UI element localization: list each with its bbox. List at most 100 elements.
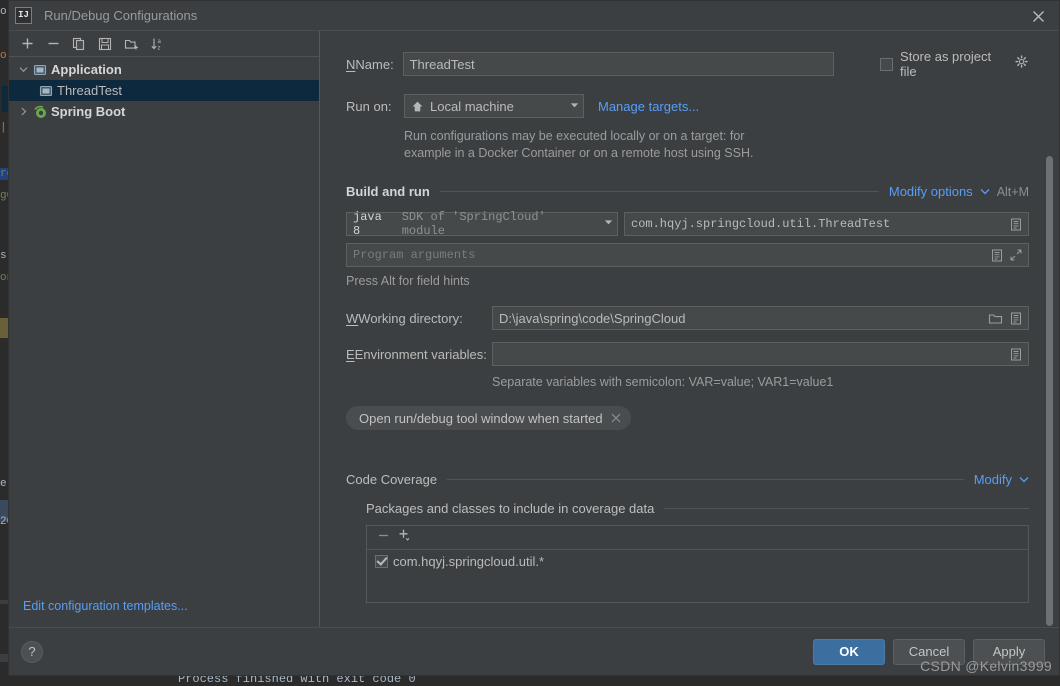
gear-icon[interactable] xyxy=(1015,55,1029,74)
configurations-toolbar: a z xyxy=(9,31,319,57)
main-class-input[interactable]: com.hqyj.springcloud.util.ThreadTest xyxy=(624,212,1029,236)
configuration-editor-panel: NName: ThreadTest Store as project file xyxy=(320,31,1059,627)
coverage-list-item[interactable]: com.hqyj.springcloud.util.* xyxy=(367,550,1028,572)
svg-text:a: a xyxy=(157,39,161,45)
dialog-titlebar: IJ Run/Debug Configurations xyxy=(9,1,1059,30)
build-and-run-section: Build and run Modify options Alt+M xyxy=(346,184,1029,430)
chevron-down-icon[interactable] xyxy=(560,101,579,111)
program-arguments-placeholder: Program arguments xyxy=(353,248,475,262)
dialog-title: Run/Debug Configurations xyxy=(44,8,197,23)
coverage-list-toolbar xyxy=(367,526,1028,550)
program-arguments-input[interactable]: Program arguments xyxy=(346,243,1029,267)
main-class-value: com.hqyj.springcloud.util.ThreadTest xyxy=(631,217,890,231)
expand-editor-icon[interactable] xyxy=(1010,348,1022,361)
copy-configuration-button[interactable] xyxy=(67,33,91,55)
tree-group-spring-boot-label: Spring Boot xyxy=(51,104,125,119)
add-package-button[interactable] xyxy=(398,528,412,547)
intellij-logo-text: IJ xyxy=(18,11,29,20)
intellij-logo-icon: IJ xyxy=(15,7,32,24)
remove-configuration-button[interactable] xyxy=(41,33,65,55)
chevron-down-icon[interactable] xyxy=(980,187,990,197)
working-directory-value: D:\java\spring\code\SpringCloud xyxy=(499,311,685,326)
run-on-hint-line2: example in a Docker Container or on a re… xyxy=(404,145,964,162)
tree-group-application[interactable]: Application xyxy=(9,59,319,80)
open-run-debug-tool-window-chip[interactable]: Open run/debug tool window when started xyxy=(346,406,631,430)
program-arguments-row: Program arguments xyxy=(346,243,1029,267)
application-icon xyxy=(37,84,55,98)
expand-editor-icon[interactable] xyxy=(1010,312,1022,325)
build-and-run-actions: Modify options Alt+M xyxy=(889,184,1029,199)
new-folder-button[interactable] xyxy=(119,33,143,55)
run-on-hint-line1: Run configurations may be executed local… xyxy=(404,128,964,145)
run-on-row: Run on: Local machine Manage targets... xyxy=(346,94,1029,118)
configurations-sidebar: a z Application xyxy=(9,31,320,627)
help-button[interactable]: ? xyxy=(21,641,43,663)
module-and-mainclass-row: java 8 SDK of 'SpringCloud' module com.h… xyxy=(346,212,1029,236)
tree-group-application-label: Application xyxy=(51,62,122,77)
chevron-down-icon[interactable] xyxy=(15,62,31,78)
environment-variables-label: EEnvironment variables: xyxy=(346,347,492,362)
close-icon[interactable] xyxy=(1027,5,1049,27)
environment-variables-label-text: Environment variables: xyxy=(355,347,487,362)
run-on-combobox[interactable]: Local machine xyxy=(404,94,584,118)
code-coverage-title: Code Coverage xyxy=(346,472,437,487)
working-directory-row: WWorking directory: D:\java\spring\code\… xyxy=(346,306,1029,330)
store-as-project-file-checkbox[interactable] xyxy=(880,58,893,71)
tree-item-threadtest[interactable]: ThreadTest xyxy=(9,80,319,101)
coverage-item-label: com.hqyj.springcloud.util.* xyxy=(393,554,544,569)
coverage-modify-link[interactable]: Modify xyxy=(974,472,1012,487)
name-input-value: ThreadTest xyxy=(410,57,475,72)
environment-variables-row: EEnvironment variables: xyxy=(346,342,1029,366)
ok-button[interactable]: OK xyxy=(813,639,885,665)
svg-text:z: z xyxy=(157,45,160,51)
application-icon xyxy=(31,63,49,77)
expand-editor-icon[interactable] xyxy=(1010,218,1022,231)
expand-arrows-icon[interactable] xyxy=(1010,249,1022,261)
build-and-run-title: Build and run xyxy=(346,184,430,199)
section-divider xyxy=(440,191,879,192)
close-icon[interactable] xyxy=(611,411,621,426)
configurations-tree[interactable]: Application ThreadTest xyxy=(9,57,319,627)
home-icon xyxy=(411,100,424,113)
name-label-text: Name: xyxy=(355,57,393,72)
module-sdk-name: java 8 xyxy=(353,210,396,238)
modify-options-shortcut: Alt+M xyxy=(997,185,1029,199)
coverage-packages-block: Packages and classes to include in cover… xyxy=(366,501,1029,603)
spring-boot-icon xyxy=(31,105,49,119)
chevron-down-icon[interactable] xyxy=(1019,475,1029,485)
manage-targets-link[interactable]: Manage targets... xyxy=(598,99,699,114)
modify-options-link[interactable]: Modify options xyxy=(889,184,973,199)
tree-group-spring-boot[interactable]: Spring Boot xyxy=(9,101,319,122)
tree-item-threadtest-label: ThreadTest xyxy=(57,83,122,98)
coverage-packages-list[interactable]: com.hqyj.springcloud.util.* xyxy=(366,525,1029,603)
expand-editor-icon[interactable] xyxy=(991,249,1003,262)
chevron-right-icon[interactable] xyxy=(15,104,31,120)
editor-vertical-scrollbar[interactable] xyxy=(1046,156,1053,626)
coverage-item-checkbox[interactable] xyxy=(375,555,388,568)
environment-variables-hint: Separate variables with semicolon: VAR=v… xyxy=(492,375,1029,389)
section-divider xyxy=(664,508,1029,509)
store-as-project-file-label: Store as project file xyxy=(900,49,1008,79)
add-configuration-button[interactable] xyxy=(15,33,39,55)
chip-label: Open run/debug tool window when started xyxy=(359,411,603,426)
build-and-run-header: Build and run Modify options Alt+M xyxy=(346,184,1029,199)
alt-field-hint: Press Alt for field hints xyxy=(346,274,1029,288)
working-directory-label: WWorking directory: xyxy=(346,311,492,326)
folder-browse-icon[interactable] xyxy=(988,312,1003,325)
save-configuration-button[interactable] xyxy=(93,33,117,55)
code-coverage-section: Code Coverage Modify Packages and classe… xyxy=(346,472,1029,603)
remove-package-button[interactable] xyxy=(377,529,390,547)
environment-variables-input[interactable] xyxy=(492,342,1029,366)
coverage-packages-header: Packages and classes to include in cover… xyxy=(366,501,1029,516)
module-sdk-combobox[interactable]: java 8 SDK of 'SpringCloud' module xyxy=(346,212,618,236)
name-input[interactable]: ThreadTest xyxy=(403,52,835,76)
working-directory-input[interactable]: D:\java\spring\code\SpringCloud xyxy=(492,306,1029,330)
edit-configuration-templates-link[interactable]: Edit configuration templates... xyxy=(23,599,188,613)
chevron-down-icon[interactable] xyxy=(594,219,613,229)
working-directory-label-text: Working directory: xyxy=(358,311,463,326)
modify-options-label: Modify options xyxy=(889,184,973,199)
coverage-packages-title: Packages and classes to include in cover… xyxy=(366,501,654,516)
watermark: CSDN @Kelvin3999 xyxy=(920,658,1052,674)
sort-configurations-button[interactable]: a z xyxy=(145,33,169,55)
section-divider xyxy=(447,479,964,480)
